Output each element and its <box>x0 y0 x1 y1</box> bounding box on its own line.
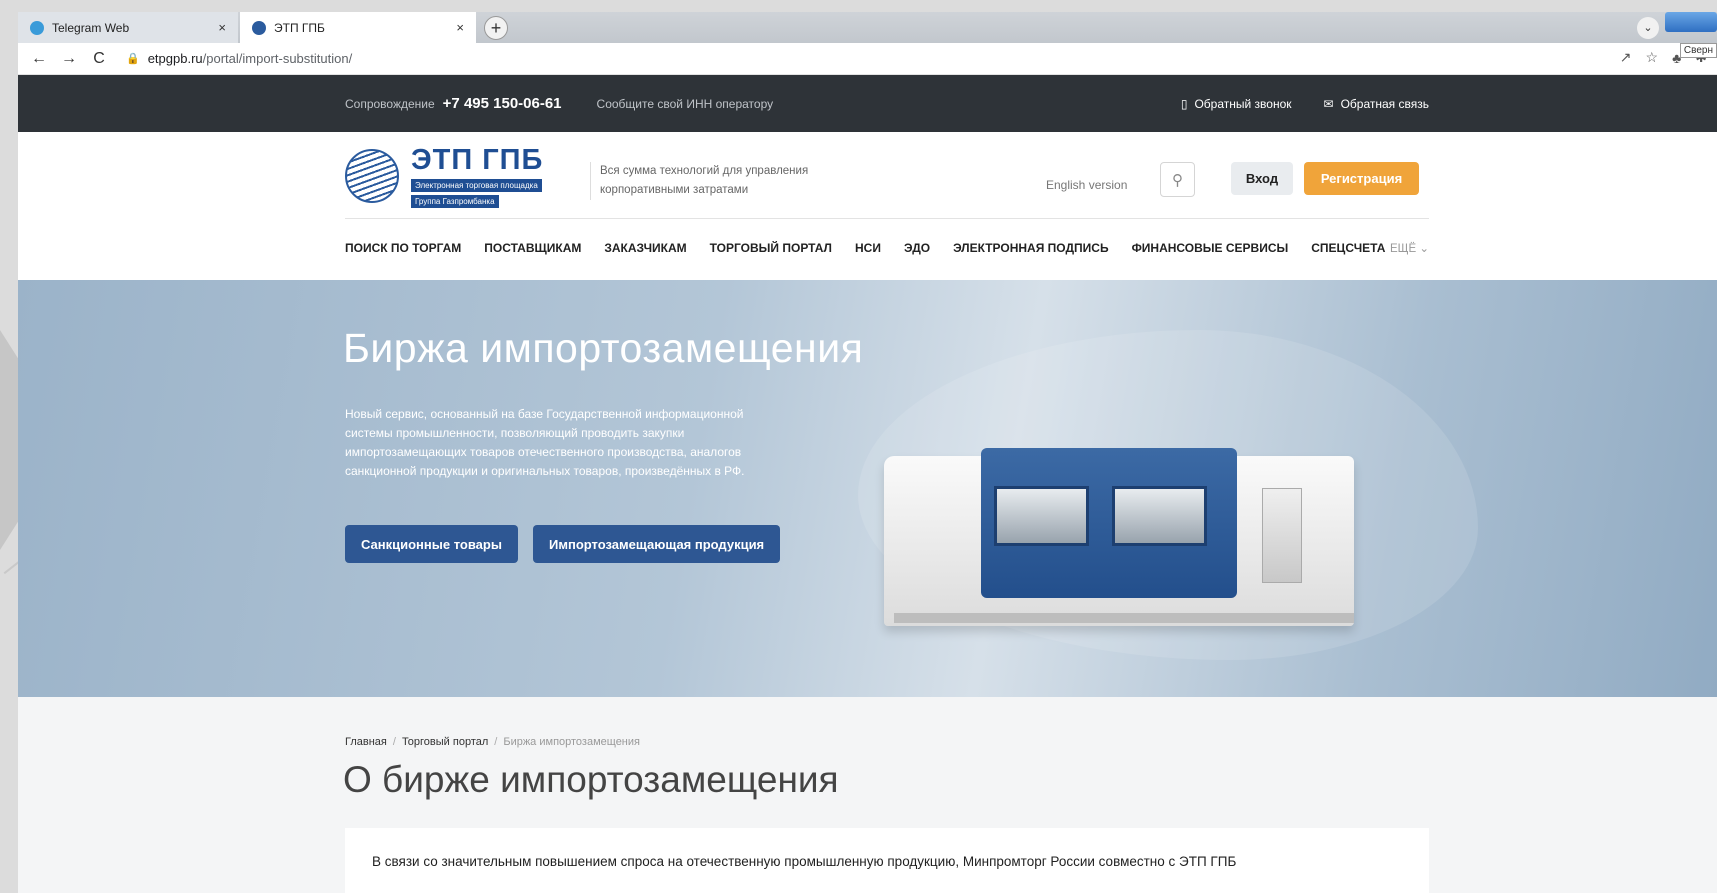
breadcrumb-home[interactable]: Главная <box>345 736 387 748</box>
info-paragraph: В связи со значительным повышением спрос… <box>372 854 1237 869</box>
hero-description: Новый сервис, основанный на базе Государ… <box>345 407 745 478</box>
nav-item[interactable]: ЭДО <box>904 241 930 255</box>
tab-search-button[interactable]: ⌄ <box>1637 17 1659 39</box>
nav-item[interactable]: СПЕЦСЧЕТА <box>1311 241 1385 255</box>
nav-item[interactable]: ПОСТАВЩИКАМ <box>484 241 581 255</box>
nav-item[interactable]: НСИ <box>855 241 881 255</box>
nav-more-label: ЕЩЁ <box>1390 243 1417 255</box>
login-button[interactable]: Вход <box>1231 162 1293 195</box>
site-topbar: Сопровождение +7 495 150-06-61 Сообщите … <box>18 75 1717 132</box>
back-button[interactable]: ← <box>28 50 50 68</box>
callback-link[interactable]: ▯ Обратный звонок <box>1181 97 1292 111</box>
tab-title: Telegram Web <box>52 20 130 35</box>
share-icon[interactable]: ↗ <box>1620 49 1632 66</box>
main-nav: ПОИСК ПО ТОРГАМ ПОСТАВЩИКАМ ЗАКАЗЧИКАМ Т… <box>18 219 1717 280</box>
tab-telegram[interactable]: Telegram Web × <box>18 12 238 43</box>
forward-button[interactable]: → <box>58 50 80 68</box>
etp-favicon-icon <box>252 20 266 35</box>
machine-rail <box>894 613 1354 623</box>
breadcrumb-current: Биржа импортозамещения <box>503 736 640 748</box>
support-label: Сопровождение <box>345 96 435 111</box>
nav-more[interactable]: ЕЩЁ ⌄ <box>1390 241 1429 255</box>
page-content: Главная / Торговый портал / Биржа импортозам… <box>18 697 1717 893</box>
nav-item[interactable]: ФИНАНСОВЫЕ СЕРВИСЫ <box>1132 241 1289 255</box>
nav-item[interactable]: ПОИСК ПО ТОРГАМ <box>345 241 461 255</box>
telegram-favicon-icon <box>30 20 44 35</box>
logo-group: Группа Газпромбанка <box>411 195 499 208</box>
search-icon: ⚲ <box>1172 171 1183 189</box>
logo-title: ЭТП ГПБ <box>411 144 544 176</box>
info-card: В связи со значительным повышением спрос… <box>345 828 1429 893</box>
nav-item[interactable]: ЗАКАЗЧИКАМ <box>604 241 686 255</box>
breadcrumb: Главная / Торговый портал / Биржа импортозам… <box>345 736 640 748</box>
tab-etpgpb[interactable]: ЭТП ГПБ × <box>240 12 476 43</box>
star-icon[interactable]: ☆ <box>1646 49 1659 66</box>
lock-icon[interactable]: 🔒 <box>126 52 140 65</box>
search-button[interactable]: ⚲ <box>1160 162 1195 197</box>
reload-button[interactable]: C <box>88 50 110 68</box>
tab-strip: Telegram Web × ЭТП ГПБ × + ⌄ <box>18 12 1717 43</box>
close-tab-icon[interactable]: × <box>218 20 226 35</box>
url-field[interactable]: etpgpb.ru/portal/import-substitution/ <box>148 51 353 66</box>
machine-window <box>1112 486 1207 546</box>
feedback-link[interactable]: ✉ Обратная связь <box>1324 97 1429 111</box>
close-tab-icon[interactable]: × <box>456 20 464 35</box>
callback-label: Обратный звонок <box>1194 96 1292 111</box>
url-host: etpgpb.ru <box>147 51 203 66</box>
logo-subtitle: Электронная торговая площадка <box>411 179 542 192</box>
inn-hint: Сообщите свой ИНН оператору <box>596 96 774 111</box>
nav-item[interactable]: ТОРГОВЫЙ ПОРТАЛ <box>710 241 832 255</box>
page-title: О бирже импортозамещения <box>343 759 839 800</box>
import-products-button[interactable]: Импортозамещающая продукция <box>533 525 781 563</box>
breadcrumb-separator: / <box>494 736 498 748</box>
breadcrumb-separator: / <box>392 736 396 748</box>
hero-banner: Биржа импортозамещения Новый сервис, осн… <box>18 280 1717 697</box>
window-controls[interactable] <box>1665 12 1717 32</box>
logo[interactable]: ЭТП ГПБ Электронная торговая площадка Гр… <box>411 145 543 208</box>
machine-control-panel <box>1262 488 1302 583</box>
chevron-down-icon: ⌄ <box>1419 243 1429 255</box>
sanction-goods-button[interactable]: Санкционные товары <box>345 525 518 563</box>
english-version-link[interactable]: English version <box>1046 178 1127 192</box>
phone-icon: ▯ <box>1180 96 1188 111</box>
machine-window <box>994 486 1089 546</box>
mail-icon: ✉ <box>1323 96 1334 111</box>
feedback-label: Обратная связь <box>1340 96 1429 111</box>
tooltip: Сверн <box>1679 43 1717 58</box>
browser-window: Telegram Web × ЭТП ГПБ × + ⌄ ← → C 🔒 etp… <box>18 12 1717 893</box>
url-path: /portal/import-substitution/ <box>202 51 353 66</box>
tab-title: ЭТП ГПБ <box>274 20 325 35</box>
tagline: Вся сумма технологий для управления корп… <box>590 162 820 200</box>
hero-title: Биржа импортозамещения <box>343 325 864 371</box>
lathe-machine-image <box>884 448 1372 653</box>
logo-globe-icon[interactable] <box>345 149 399 203</box>
breadcrumb-portal[interactable]: Торговый портал <box>402 736 488 748</box>
site-header: ЭТП ГПБ Электронная торговая площадка Гр… <box>18 132 1717 219</box>
new-tab-button[interactable]: + <box>484 16 508 40</box>
address-bar: ← → C 🔒 etpgpb.ru/portal/import-substitu… <box>18 43 1717 75</box>
support-phone[interactable]: +7 495 150-06-61 <box>443 95 562 112</box>
nav-item[interactable]: ЭЛЕКТРОННАЯ ПОДПИСЬ <box>953 241 1108 255</box>
register-button[interactable]: Регистрация <box>1304 162 1419 195</box>
